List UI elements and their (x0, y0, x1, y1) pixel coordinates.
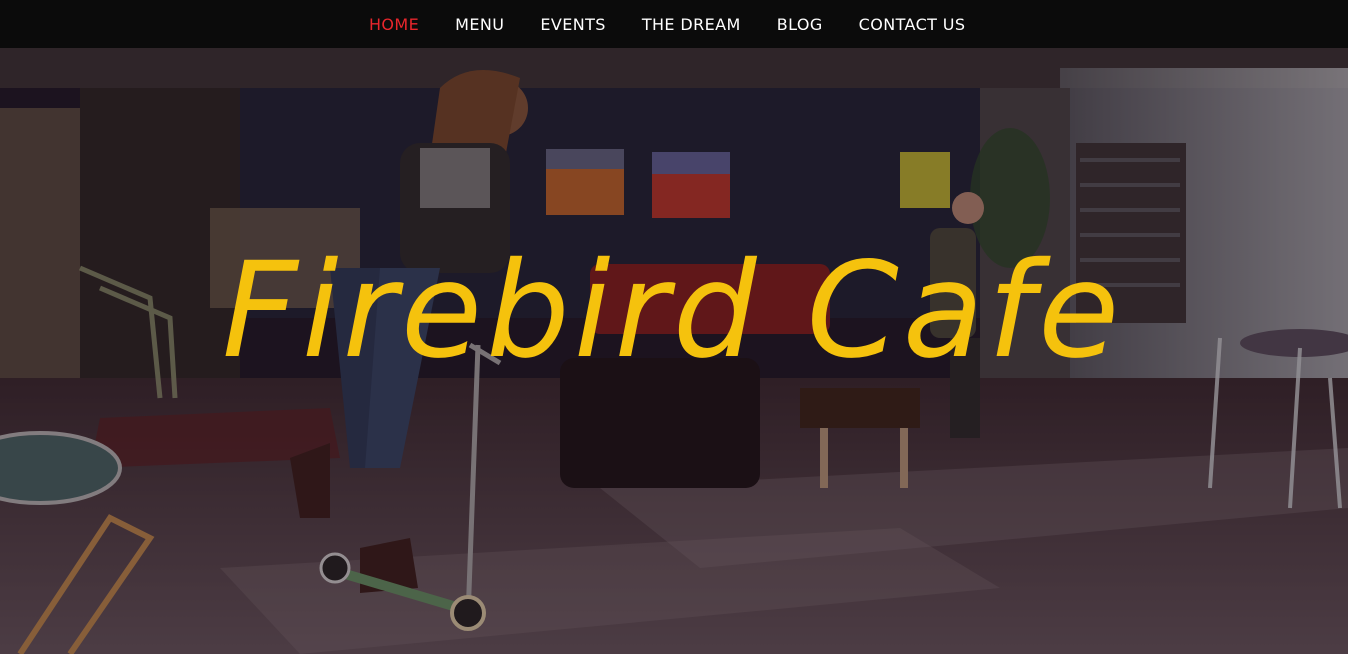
nav-item-blog[interactable]: BLOG (759, 15, 841, 34)
nav-item-events[interactable]: EVENTS (522, 15, 623, 34)
hero-section: Firebird Cafe (0, 48, 1348, 654)
nav-item-home[interactable]: HOME (351, 15, 437, 34)
nav-item-contact-us[interactable]: CONTACT US (841, 15, 984, 34)
nav-item-the-dream[interactable]: THE DREAM (624, 15, 759, 34)
nav-menu: HOME MENU EVENTS THE DREAM BLOG CONTACT … (351, 0, 983, 48)
hero-title: Firebird Cafe (222, 234, 1124, 388)
nav-item-menu[interactable]: MENU (437, 15, 522, 34)
top-navigation-bar: HOME MENU EVENTS THE DREAM BLOG CONTACT … (0, 0, 1348, 48)
